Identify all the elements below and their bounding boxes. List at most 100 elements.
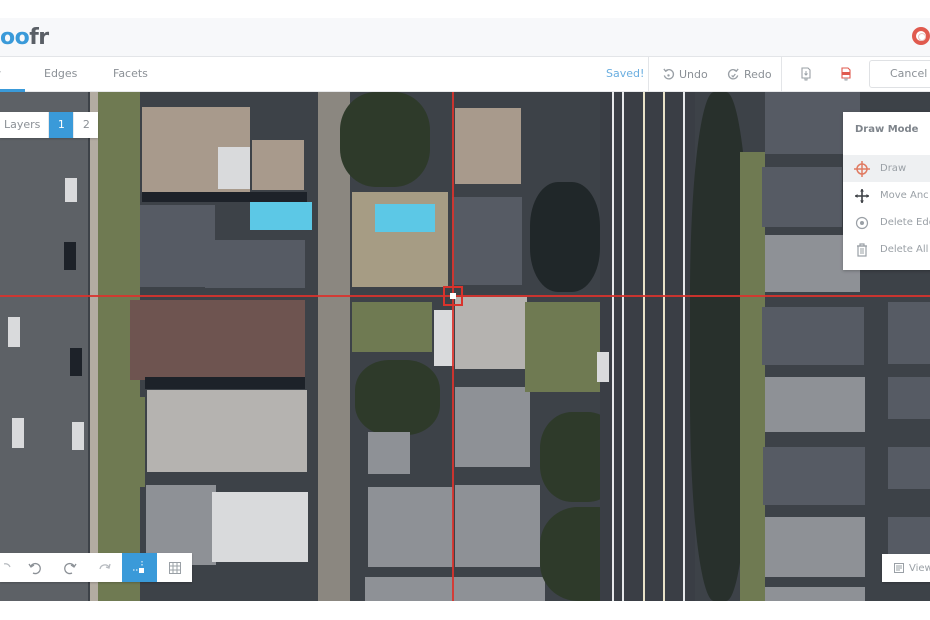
divider [781, 57, 782, 92]
app-header: oofr [0, 18, 930, 57]
tab-view-label: w [0, 67, 1, 80]
tab-facets-label: Facets [113, 67, 148, 80]
redo-icon [727, 68, 739, 80]
house-roof [365, 577, 545, 601]
tab-edges-label: Edges [44, 67, 78, 80]
draw-mode-move-anchor[interactable]: Move Anc [843, 182, 930, 209]
car [65, 178, 77, 202]
house-roof [765, 587, 865, 601]
car [72, 422, 84, 450]
tab-facets[interactable]: Facets [113, 57, 148, 92]
draw-mode-title: Draw Mode [855, 124, 919, 135]
crosshair-vertical-line [452, 92, 454, 601]
logo-part-blue: oo [0, 25, 30, 50]
aerial-map-canvas[interactable] [0, 92, 930, 601]
house-roof [452, 197, 522, 285]
crosshair-anchor-point [450, 293, 456, 299]
rotate-left-button[interactable] [0, 553, 17, 582]
house-roof [368, 487, 453, 567]
delete-edge-icon [843, 216, 880, 230]
lane-line [663, 92, 665, 601]
draw-mode-draw[interactable]: Draw [843, 155, 930, 182]
undo-tool-button[interactable] [17, 553, 52, 582]
house-roof [888, 302, 930, 364]
house-roof [368, 432, 410, 474]
house-roof [455, 297, 527, 369]
logo-part-dark: fr [29, 25, 49, 50]
house-roof [140, 205, 215, 287]
house-roof [218, 147, 250, 189]
grid-icon [168, 561, 181, 574]
tree-shadow [530, 182, 600, 292]
house-roof [763, 447, 865, 505]
tree [340, 92, 430, 187]
grid-button[interactable] [157, 553, 192, 582]
report-pdf-icon [841, 67, 851, 81]
undo-label: Undo [679, 67, 708, 81]
house-roof [762, 307, 864, 365]
cancel-button[interactable]: Cancel [869, 60, 930, 88]
snap-point-button[interactable] [122, 553, 157, 582]
layer-1-button[interactable]: 1 [48, 112, 74, 138]
tab-edges[interactable]: Edges [44, 57, 77, 92]
view-label: View [909, 562, 930, 574]
house-roof [455, 387, 530, 467]
report-button[interactable] [840, 57, 852, 92]
car [70, 348, 82, 376]
house-roof [888, 517, 930, 559]
view-icon [894, 563, 904, 573]
draw-label: Draw [880, 163, 907, 174]
house-roof [455, 485, 540, 567]
redo-tool-button[interactable] [52, 553, 87, 582]
rotate-right-button[interactable] [87, 553, 122, 582]
car [12, 418, 24, 448]
draw-mode-panel: Draw Mode Draw Move Anc Delete Edg Delet… [843, 112, 930, 270]
app-logo[interactable]: oofr [0, 25, 49, 50]
crosshair-horizontal-line [0, 295, 930, 297]
car [597, 352, 609, 382]
lane-line [643, 92, 645, 601]
house-roof [765, 517, 865, 577]
lifebuoy-icon[interactable] [912, 27, 930, 45]
undo-icon [27, 562, 41, 574]
lawn [352, 302, 432, 352]
house-roof [212, 492, 308, 562]
trash-icon [843, 242, 880, 257]
redo-button[interactable]: Redo [727, 57, 772, 92]
bottom-toolbar [0, 553, 192, 582]
lawn [525, 302, 600, 392]
draw-mode-delete-edge[interactable]: Delete Edg [843, 209, 930, 236]
lane-line [612, 92, 614, 601]
move-icon [843, 188, 880, 203]
car [64, 242, 76, 270]
delete-all-label: Delete All [880, 244, 929, 255]
undo-button[interactable]: Undo [662, 57, 708, 92]
download-button[interactable] [800, 57, 812, 92]
lane-line [622, 92, 624, 601]
snap-point-icon [132, 560, 144, 573]
shadow [142, 192, 307, 202]
house-roof [205, 240, 305, 288]
house-roof [455, 108, 521, 184]
roof-measurement-app: oofr w Edges Facets Saved! Undo Redo [0, 0, 930, 620]
delete-edge-label: Delete Edg [880, 217, 930, 228]
lane-line [683, 92, 685, 601]
lawn [100, 397, 145, 487]
redo-label: Redo [744, 67, 772, 81]
tab-view[interactable]: w [0, 57, 25, 92]
view-button[interactable]: View [882, 554, 930, 582]
house-roof [765, 377, 865, 432]
save-status: Saved! [606, 67, 645, 80]
sidewalk [90, 92, 98, 601]
house-roof [434, 310, 454, 366]
pool [375, 204, 435, 232]
main-road [600, 92, 695, 601]
draw-mode-delete-all[interactable]: Delete All [843, 236, 930, 263]
undo-icon [663, 68, 675, 80]
redo-icon [63, 562, 77, 574]
divider [648, 57, 649, 92]
layers-control: Layers 1 2 [0, 112, 99, 138]
car [8, 317, 20, 347]
layer-2-button[interactable]: 2 [73, 112, 98, 138]
move-anchor-label: Move Anc [880, 190, 929, 201]
